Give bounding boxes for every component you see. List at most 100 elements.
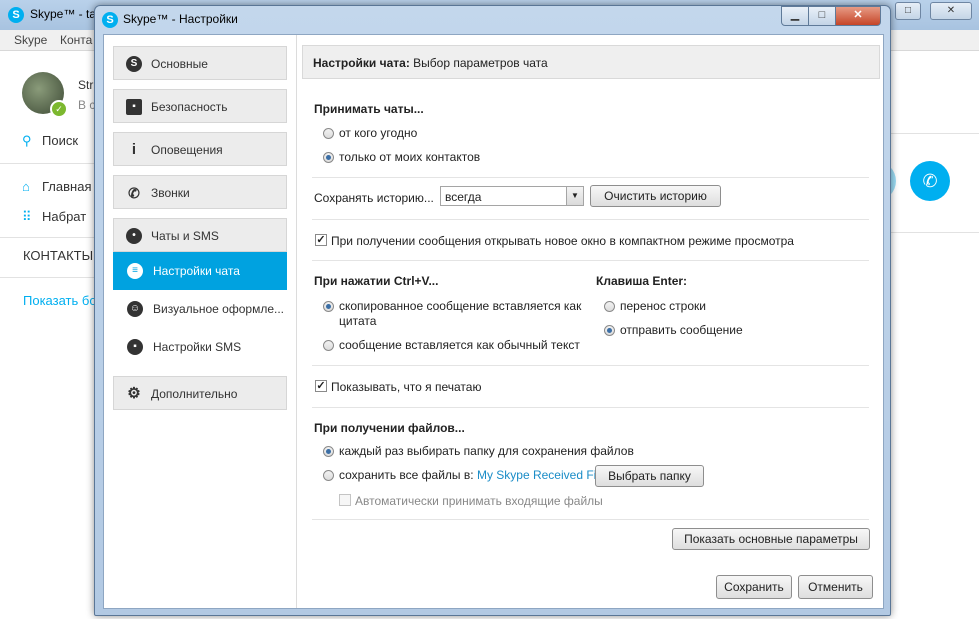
divider: [312, 519, 869, 520]
chat-icon: •: [126, 228, 142, 244]
nav-chats-sms-label: Чаты и SMS: [151, 229, 219, 243]
page-title: Настройки чата: Выбор параметров чата: [302, 45, 880, 79]
show-typing-label[interactable]: Показывать, что я печатаю: [331, 380, 481, 394]
divider: [312, 219, 869, 220]
search-icon: ⚲: [22, 133, 32, 148]
dialpad-link[interactable]: ⠿ Набрат: [22, 209, 86, 225]
show-basic-settings-button[interactable]: Показать основные параметры: [672, 528, 870, 550]
nav-chats-sms[interactable]: • Чаты и SMS: [113, 218, 287, 252]
home-label: Главная: [42, 179, 92, 194]
menu-skype[interactable]: Skype: [14, 33, 47, 47]
close-button[interactable]: ✕: [835, 6, 881, 26]
radio-files-ask[interactable]: [323, 446, 334, 457]
settings-nav: S Основные ▪ Безопасность i Оповещения ✆…: [104, 35, 297, 608]
nav-chat-settings-label: Настройки чата: [153, 264, 240, 278]
paste-quote-label-1[interactable]: скопированное сообщение вставляется как: [339, 299, 581, 313]
nav-appearance[interactable]: ☺ Визуальное оформле...: [113, 290, 287, 328]
compact-view-label[interactable]: При получении сообщения открывать новое …: [331, 234, 794, 248]
radio-paste-plain[interactable]: [323, 340, 334, 351]
divider: [0, 163, 95, 164]
files-label: При получении файлов...: [314, 421, 465, 435]
divider: [884, 232, 979, 233]
show-typing-checkbox[interactable]: ✓: [315, 380, 327, 392]
search-label: Поиск: [42, 133, 79, 148]
radio-paste-quote[interactable]: [323, 301, 334, 312]
nav-general[interactable]: S Основные: [113, 46, 287, 80]
main-maximize-button[interactable]: □: [895, 2, 921, 20]
home-link[interactable]: ⌂ Главная: [22, 179, 91, 194]
accept-contacts-label[interactable]: только от моих контактов: [339, 150, 480, 164]
nav-security-label: Безопасность: [151, 100, 228, 114]
choose-folder-button[interactable]: Выбрать папку: [595, 465, 704, 487]
clear-history-button[interactable]: Очистить историю: [590, 185, 721, 207]
search-link[interactable]: ⚲ Поиск: [22, 133, 78, 149]
dialog-body: S Основные ▪ Безопасность i Оповещения ✆…: [103, 34, 884, 609]
paste-plain-label[interactable]: сообщение вставляется как обычный текст: [339, 338, 580, 352]
skype-logo-icon: S: [102, 12, 118, 28]
profile-mood[interactable]: В с: [78, 98, 95, 112]
nav-advanced[interactable]: ⚙ Дополнительно: [113, 376, 287, 410]
sms-icon: ▪: [127, 339, 143, 355]
radio-accept-anyone[interactable]: [323, 128, 334, 139]
dialpad-label: Набрат: [42, 209, 87, 224]
save-button[interactable]: Сохранить: [716, 575, 792, 599]
nav-calls-label: Звонки: [151, 186, 190, 200]
chevron-down-icon: ▼: [566, 187, 583, 205]
nav-notifications-label: Оповещения: [151, 143, 223, 157]
compact-view-checkbox[interactable]: ✓: [315, 234, 327, 246]
nav-security[interactable]: ▪ Безопасность: [113, 89, 287, 123]
radio-enter-send[interactable]: [604, 325, 615, 336]
radio-files-save[interactable]: [323, 470, 334, 481]
smiley-icon: ☺: [127, 301, 143, 317]
profile-name[interactable]: Str: [78, 78, 93, 92]
phone-icon: ✆: [922, 171, 938, 191]
accept-chats-label: Принимать чаты...: [314, 102, 424, 116]
nav-sms-settings-label: Настройки SMS: [153, 340, 242, 354]
files-ask-label[interactable]: каждый раз выбирать папку для сохранения…: [339, 444, 634, 458]
settings-dialog: S Skype™ - Настройки ▁ □ ✕ S Основные ▪ …: [94, 5, 891, 616]
cancel-button[interactable]: Отменить: [798, 575, 873, 599]
enter-newline-label[interactable]: перенос строки: [620, 299, 706, 313]
history-label: Сохранять историю...: [314, 191, 434, 205]
paste-quote-label-2[interactable]: цитата: [339, 314, 376, 328]
history-select[interactable]: всегда ▼: [440, 186, 584, 206]
dialog-title: Skype™ - Настройки: [123, 12, 238, 26]
divider: [0, 237, 95, 238]
divider: [312, 407, 869, 408]
received-files-folder-link[interactable]: My Skype Received Files: [477, 468, 612, 482]
enter-key-label: Клавиша Enter:: [596, 274, 688, 288]
main-window-title: Skype™ - ta: [30, 7, 97, 21]
skype-icon: S: [126, 56, 142, 72]
files-save-label[interactable]: сохранить все файлы в: My Skype Received…: [339, 468, 612, 482]
divider: [0, 277, 95, 278]
auto-accept-checkbox[interactable]: [339, 494, 351, 506]
nav-chat-settings[interactable]: ≡ Настройки чата: [113, 252, 287, 290]
menu-contacts[interactable]: Конта: [60, 33, 92, 47]
enter-send-label[interactable]: отправить сообщение: [620, 323, 743, 337]
call-button[interactable]: ✆: [910, 161, 950, 201]
radio-accept-contacts[interactable]: [323, 152, 334, 163]
nav-general-label: Основные: [151, 57, 208, 71]
nav-advanced-label: Дополнительно: [151, 387, 238, 401]
paste-label: При нажатии Ctrl+V...: [314, 274, 439, 288]
home-icon: ⌂: [22, 179, 30, 194]
divider: [884, 133, 979, 134]
minimize-button[interactable]: ▁: [781, 6, 809, 26]
maximize-button[interactable]: □: [808, 6, 836, 26]
lock-icon: ▪: [126, 99, 142, 115]
nav-calls[interactable]: ✆ Звонки: [113, 175, 287, 209]
auto-accept-label[interactable]: Автоматически принимать входящие файлы: [355, 494, 603, 508]
dialpad-icon: ⠿: [22, 209, 32, 224]
show-more-link[interactable]: Показать бо: [23, 293, 97, 308]
nav-appearance-label: Визуальное оформле...: [153, 302, 284, 316]
divider: [312, 260, 869, 261]
main-close-button[interactable]: ✕: [930, 2, 972, 20]
accept-anyone-label[interactable]: от кого угодно: [339, 126, 417, 140]
page-title-bold: Настройки чата:: [313, 56, 410, 70]
phone-icon: ✆: [128, 185, 140, 201]
chat-bubble-icon: ≡: [127, 263, 143, 279]
radio-enter-newline[interactable]: [604, 301, 615, 312]
nav-notifications[interactable]: i Оповещения: [113, 132, 287, 166]
contacts-header[interactable]: КОНТАКТЫ: [23, 248, 93, 263]
nav-sms-settings[interactable]: ▪ Настройки SMS: [113, 328, 287, 366]
